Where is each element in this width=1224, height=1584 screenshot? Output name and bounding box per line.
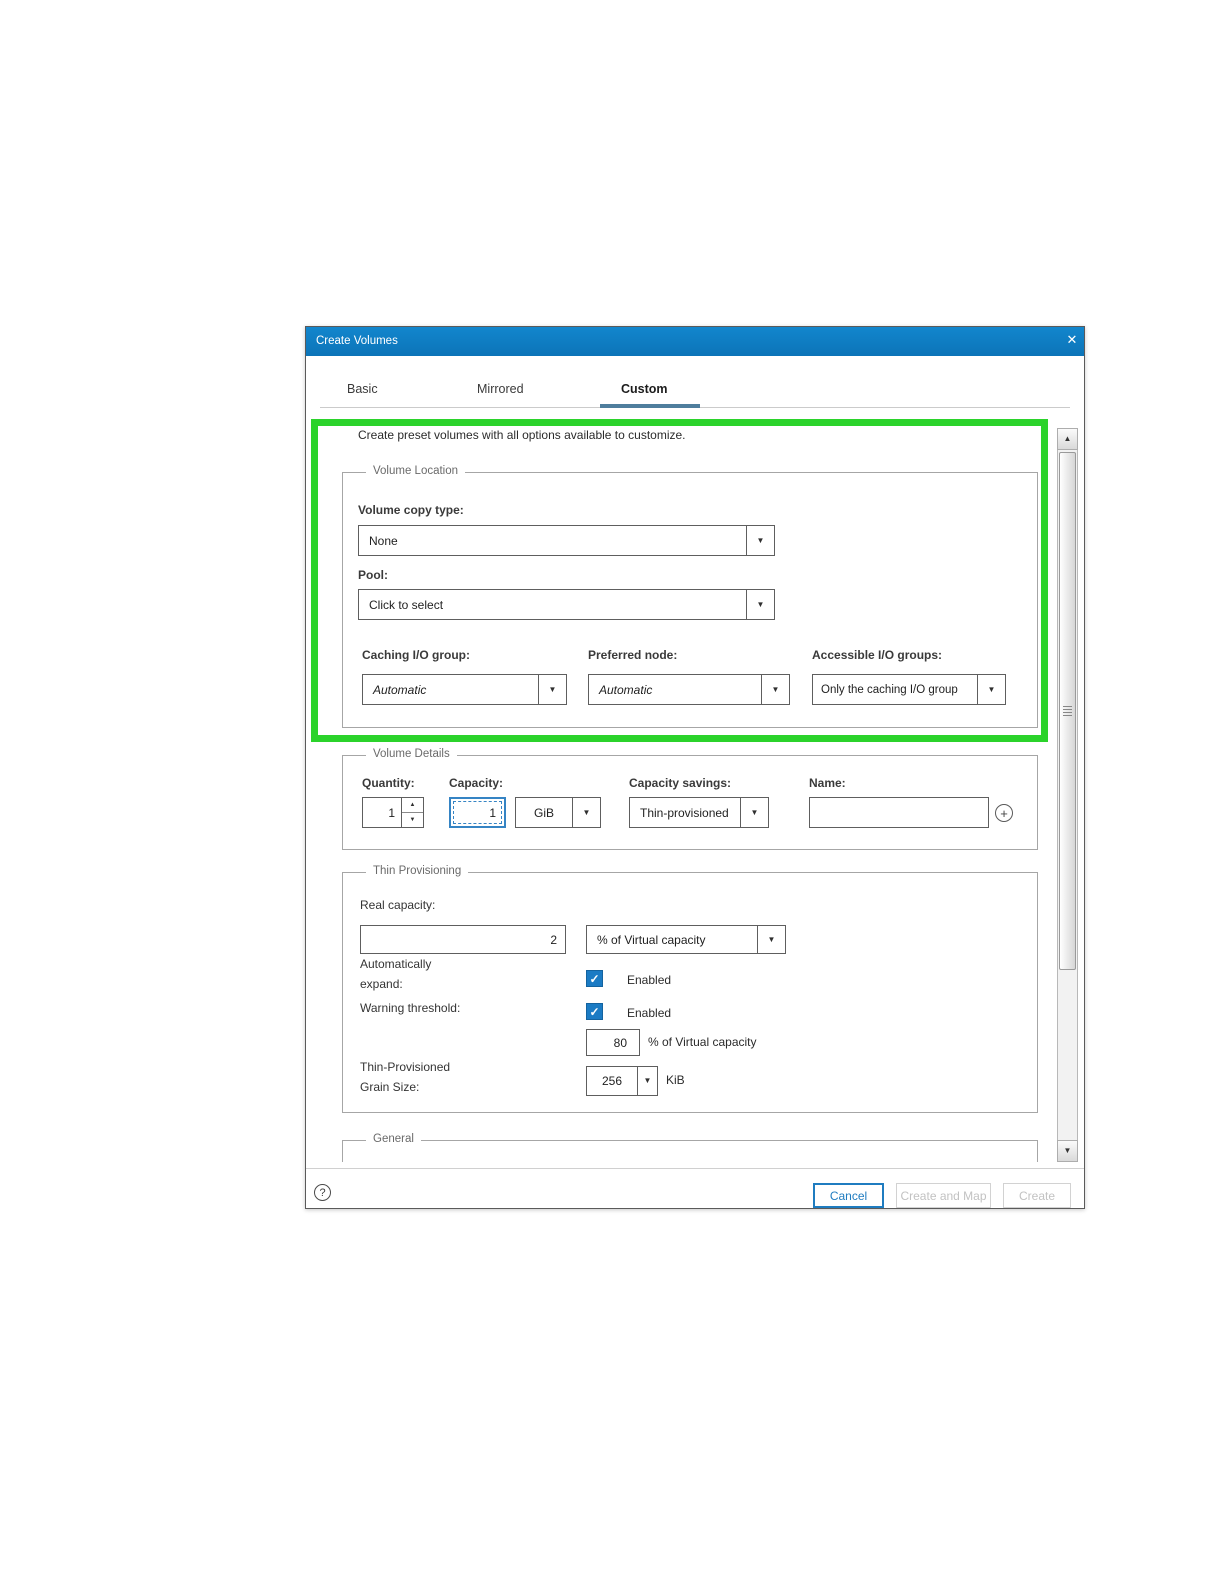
- dialog-title: Create Volumes: [316, 335, 398, 347]
- scrollbar-up-button[interactable]: ▲: [1057, 428, 1078, 450]
- accessible-io-groups-value: Only the caching I/O group: [821, 683, 958, 696]
- name-input[interactable]: [809, 797, 989, 828]
- pool-label: Pool:: [358, 568, 388, 582]
- cancel-button[interactable]: Cancel: [813, 1183, 884, 1208]
- caching-io-group-select[interactable]: Automatic ▼: [362, 674, 567, 705]
- warning-threshold-unit-text: % of Virtual capacity: [648, 1035, 757, 1049]
- name-label: Name:: [809, 776, 846, 790]
- preferred-node-dropdown-button[interactable]: ▼: [761, 675, 789, 704]
- grain-size-label-line1: Thin-Provisioned: [360, 1060, 451, 1074]
- volume-location-legend: Volume Location: [366, 465, 466, 477]
- accessible-io-groups-dropdown-button[interactable]: ▼: [977, 675, 1005, 704]
- check-icon: ✓: [589, 1004, 600, 1019]
- scroll-up-icon: ▲: [1063, 434, 1072, 443]
- footer-divider: [306, 1168, 1084, 1169]
- tab-basic[interactable]: Basic: [347, 382, 378, 396]
- add-volume-button[interactable]: +: [995, 804, 1013, 822]
- warning-threshold-checkbox[interactable]: ✓: [586, 1003, 603, 1020]
- capacity-savings-value: Thin-provisioned: [640, 805, 729, 820]
- auto-expand-checkbox[interactable]: ✓: [586, 970, 603, 987]
- volume-copy-type-select[interactable]: None ▼: [358, 525, 775, 556]
- pool-dropdown-button[interactable]: ▼: [746, 590, 774, 619]
- quantity-input[interactable]: [363, 798, 401, 827]
- accessible-io-groups-select[interactable]: Only the caching I/O group ▼: [812, 674, 1006, 705]
- chevron-down-icon: ▼: [767, 934, 776, 944]
- down-arrow-icon: ▼: [409, 817, 416, 823]
- preferred-node-select[interactable]: Automatic ▼: [588, 674, 790, 705]
- grain-size-value: 256: [601, 1074, 623, 1088]
- dialog-description: Create preset volumes with all options a…: [358, 428, 686, 442]
- check-icon: ✓: [589, 971, 600, 986]
- chevron-down-icon: ▼: [756, 535, 765, 545]
- quantity-increment-button[interactable]: ▲: [402, 798, 423, 813]
- capacity-savings-dropdown-button[interactable]: ▼: [740, 798, 768, 827]
- auto-expand-enabled-text: Enabled: [627, 973, 672, 987]
- preferred-node-value: Automatic: [599, 682, 653, 697]
- plus-icon: +: [1000, 805, 1008, 821]
- accessible-io-groups-label: Accessible I/O groups:: [812, 648, 943, 662]
- volume-copy-type-dropdown-button[interactable]: ▼: [746, 526, 774, 555]
- volume-copy-type-label: Volume copy type:: [358, 503, 464, 517]
- scroll-down-icon: ▼: [1063, 1146, 1072, 1155]
- quantity-spin-buttons: ▲ ▼: [401, 798, 423, 827]
- up-arrow-icon: ▲: [409, 802, 416, 808]
- grain-size-unit-text: KiB: [666, 1073, 685, 1087]
- caching-io-group-value: Automatic: [373, 682, 427, 697]
- capacity-unit-value: GiB: [533, 805, 554, 820]
- chevron-down-icon: ▼: [987, 684, 996, 694]
- tab-mirrored[interactable]: Mirrored: [477, 382, 524, 396]
- auto-expand-label-line2: expand:: [360, 977, 403, 991]
- general-legend: General: [366, 1133, 421, 1145]
- active-tab-underline: [600, 404, 700, 408]
- quantity-stepper[interactable]: ▲ ▼: [362, 797, 424, 828]
- pool-select[interactable]: Click to select ▼: [358, 589, 775, 620]
- capacity-unit-select[interactable]: GiB ▼: [515, 797, 601, 828]
- capacity-unit-dropdown-button[interactable]: ▼: [572, 798, 600, 827]
- scrollbar-down-button[interactable]: ▼: [1057, 1140, 1078, 1162]
- scrollbar-grip-icon: [1063, 705, 1072, 717]
- quantity-decrement-button[interactable]: ▼: [402, 813, 423, 827]
- tab-custom[interactable]: Custom: [621, 382, 668, 396]
- caching-io-group-dropdown-button[interactable]: ▼: [538, 675, 566, 704]
- scrollbar-thumb[interactable]: [1059, 452, 1076, 970]
- real-capacity-unit-select[interactable]: % of Virtual capacity ▼: [586, 925, 786, 954]
- page-background: Create Volumes ✕ Basic Mirrored Custom C…: [0, 0, 1224, 1584]
- warning-threshold-enabled-text: Enabled: [627, 1006, 672, 1020]
- chevron-down-icon: ▼: [643, 1076, 652, 1085]
- capacity-savings-label: Capacity savings:: [629, 776, 732, 790]
- close-icon[interactable]: ✕: [1063, 331, 1081, 349]
- volume-details-legend: Volume Details: [366, 748, 457, 760]
- warning-threshold-percent-input[interactable]: [586, 1029, 640, 1056]
- help-button[interactable]: ?: [314, 1184, 331, 1201]
- preferred-node-label: Preferred node:: [588, 648, 678, 662]
- chevron-down-icon: ▼: [750, 807, 759, 817]
- capacity-label: Capacity:: [449, 776, 504, 790]
- grain-size-label-line2: Grain Size:: [360, 1080, 420, 1094]
- dialog-titlebar: [306, 327, 1084, 356]
- pool-value: Click to select: [369, 597, 444, 612]
- auto-expand-label-line1: Automatically: [360, 957, 432, 971]
- thin-provisioning-legend: Thin Provisioning: [366, 865, 469, 877]
- help-icon: ?: [319, 1186, 326, 1199]
- real-capacity-unit-dropdown-button[interactable]: ▼: [757, 926, 785, 953]
- create-and-map-button[interactable]: Create and Map: [896, 1183, 991, 1208]
- real-capacity-unit-value: % of Virtual capacity: [597, 932, 706, 947]
- real-capacity-label: Real capacity:: [360, 898, 436, 912]
- chevron-down-icon: ▼: [756, 599, 765, 609]
- create-button[interactable]: Create: [1003, 1183, 1071, 1208]
- chevron-down-icon: ▼: [548, 684, 557, 694]
- capacity-input[interactable]: [449, 797, 506, 828]
- grain-size-select[interactable]: 256 ▼: [586, 1066, 658, 1096]
- chevron-down-icon: ▼: [771, 684, 780, 694]
- quantity-label: Quantity:: [362, 776, 415, 790]
- chevron-down-icon: ▼: [582, 807, 591, 817]
- capacity-savings-select[interactable]: Thin-provisioned ▼: [629, 797, 769, 828]
- caching-io-group-label: Caching I/O group:: [362, 648, 470, 662]
- general-fieldset: [342, 1140, 1038, 1162]
- thin-provisioning-fieldset: [342, 872, 1038, 1113]
- volume-copy-type-value: None: [369, 533, 398, 548]
- grain-size-dropdown-button[interactable]: ▼: [637, 1067, 657, 1095]
- warning-threshold-label: Warning threshold:: [360, 1001, 461, 1015]
- real-capacity-input[interactable]: [360, 925, 566, 954]
